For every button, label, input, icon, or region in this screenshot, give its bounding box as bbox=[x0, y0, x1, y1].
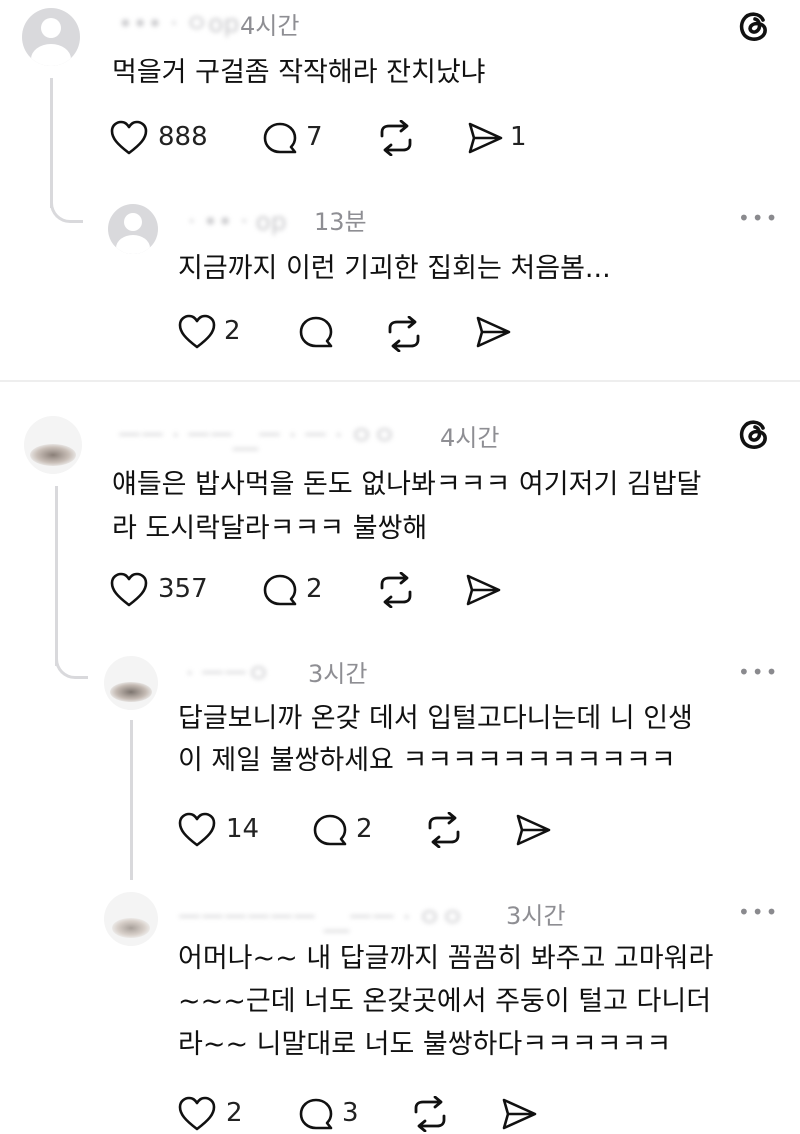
reply-button[interactable]: 7 bbox=[262, 118, 332, 158]
comment-icon bbox=[312, 812, 348, 848]
reply-count: 2 bbox=[356, 814, 373, 844]
like-button[interactable]: 14 bbox=[178, 810, 268, 850]
like-button[interactable]: 357 bbox=[110, 570, 220, 610]
heart-icon bbox=[178, 1096, 216, 1132]
post-text-line: 라 도시락달라ㅋㅋㅋ 불쌍해 bbox=[112, 513, 428, 544]
threads-logo-icon[interactable] bbox=[736, 416, 772, 452]
comment-icon[interactable] bbox=[298, 314, 334, 350]
comment-icon bbox=[262, 120, 298, 156]
reply-count: 7 bbox=[306, 122, 323, 152]
reply-text-line: 지금까지 이런 기괴한 집회는 처음봄... bbox=[178, 253, 611, 284]
thread-connector-curve bbox=[55, 646, 88, 679]
like-button[interactable]: 2 bbox=[178, 312, 258, 352]
thread-connector-curve bbox=[50, 190, 83, 223]
post-text-line: 얘들은 밥사먹을 돈도 없나봐ㅋㅋㅋ 여기저기 김밥달 bbox=[112, 469, 702, 500]
avatar[interactable] bbox=[104, 656, 158, 710]
repost-icon[interactable] bbox=[376, 120, 416, 156]
reply-text-line: 어머나~~ 내 답글까지 꼼꼼히 봐주고 고마워라 bbox=[178, 943, 714, 974]
like-button[interactable]: 888 bbox=[110, 118, 220, 158]
send-icon[interactable] bbox=[474, 314, 512, 350]
reply-time: 3시간 bbox=[308, 660, 368, 688]
reply-button[interactable]: 3 bbox=[298, 1094, 368, 1134]
repost-icon[interactable] bbox=[384, 316, 424, 352]
thread-connector-line bbox=[50, 78, 53, 208]
like-count: 14 bbox=[226, 814, 260, 844]
avatar[interactable] bbox=[108, 204, 158, 254]
share-count: 1 bbox=[510, 122, 527, 152]
like-count: 2 bbox=[226, 1098, 243, 1128]
avatar[interactable] bbox=[24, 416, 82, 474]
thread-connector-line bbox=[55, 486, 58, 666]
username-blurred[interactable]: •••ㆍㅇop bbox=[118, 4, 239, 40]
send-icon bbox=[466, 120, 504, 156]
share-button[interactable]: 1 bbox=[466, 118, 536, 158]
thread-connector-line bbox=[130, 720, 133, 880]
reply-button[interactable]: 2 bbox=[262, 570, 332, 610]
avatar[interactable] bbox=[104, 892, 158, 946]
repost-icon[interactable] bbox=[410, 1096, 450, 1132]
heart-icon bbox=[178, 812, 216, 848]
post-text-line: 먹을거 구걸좀 작작해라 잔치났냐 bbox=[112, 57, 486, 88]
like-count: 888 bbox=[158, 122, 208, 152]
more-options-button[interactable]: ••• bbox=[738, 206, 779, 230]
username-blurred[interactable]: ㆍㅡㅡㅇ bbox=[178, 654, 270, 690]
more-options-button[interactable]: ••• bbox=[738, 900, 779, 924]
like-button[interactable]: 2 bbox=[178, 1094, 258, 1134]
post-time: 4시간 bbox=[240, 12, 300, 40]
reply-time: 13분 bbox=[314, 208, 367, 236]
send-icon[interactable] bbox=[464, 572, 502, 608]
reply-time: 3시간 bbox=[506, 902, 566, 930]
repost-icon[interactable] bbox=[376, 572, 416, 608]
post-divider bbox=[0, 380, 800, 382]
comment-icon bbox=[298, 1096, 334, 1132]
reply-text-line: ~~~근데 너도 온갖곳에서 주둥이 털고 다니더 bbox=[178, 986, 712, 1017]
comment-icon bbox=[262, 572, 298, 608]
username-blurred[interactable]: ㆍ••ㆍop bbox=[180, 202, 287, 238]
avatar[interactable] bbox=[22, 8, 80, 66]
reply-text-line: 답글보니까 온갖 데서 입털고다니는데 니 인생 bbox=[178, 703, 693, 734]
heart-icon bbox=[110, 572, 148, 608]
username-blurred[interactable]: ㅡㅡㆍㅡㅡ__ㅡㆍㅡㆍㅇㅇ bbox=[118, 416, 396, 452]
repost-icon[interactable] bbox=[424, 812, 464, 848]
send-icon[interactable] bbox=[500, 1096, 538, 1132]
username-blurred[interactable]: ㅡㅡㅡㅡㅡㅡ __ㅡㅡㆍㅇㅇ bbox=[178, 898, 464, 934]
reply-button[interactable]: 2 bbox=[312, 810, 382, 850]
like-count: 357 bbox=[158, 574, 208, 604]
like-count: 2 bbox=[224, 316, 241, 346]
threads-logo-icon[interactable] bbox=[736, 8, 772, 44]
heart-icon bbox=[178, 314, 216, 350]
reply-count: 2 bbox=[306, 574, 323, 604]
reply-text-line: 이 제일 불쌍하세요 ㅋㅋㅋㅋㅋㅋㅋㅋㅋㅋㅋ bbox=[178, 745, 676, 776]
heart-icon bbox=[110, 120, 148, 156]
post-time: 4시간 bbox=[440, 424, 500, 452]
reply-count: 3 bbox=[342, 1098, 359, 1128]
send-icon[interactable] bbox=[514, 812, 552, 848]
more-options-button[interactable]: ••• bbox=[738, 660, 779, 684]
reply-text-line: 라~~ 니말대로 너도 불쌍하다ㅋㅋㅋㅋㅋㅋ bbox=[178, 1029, 672, 1060]
